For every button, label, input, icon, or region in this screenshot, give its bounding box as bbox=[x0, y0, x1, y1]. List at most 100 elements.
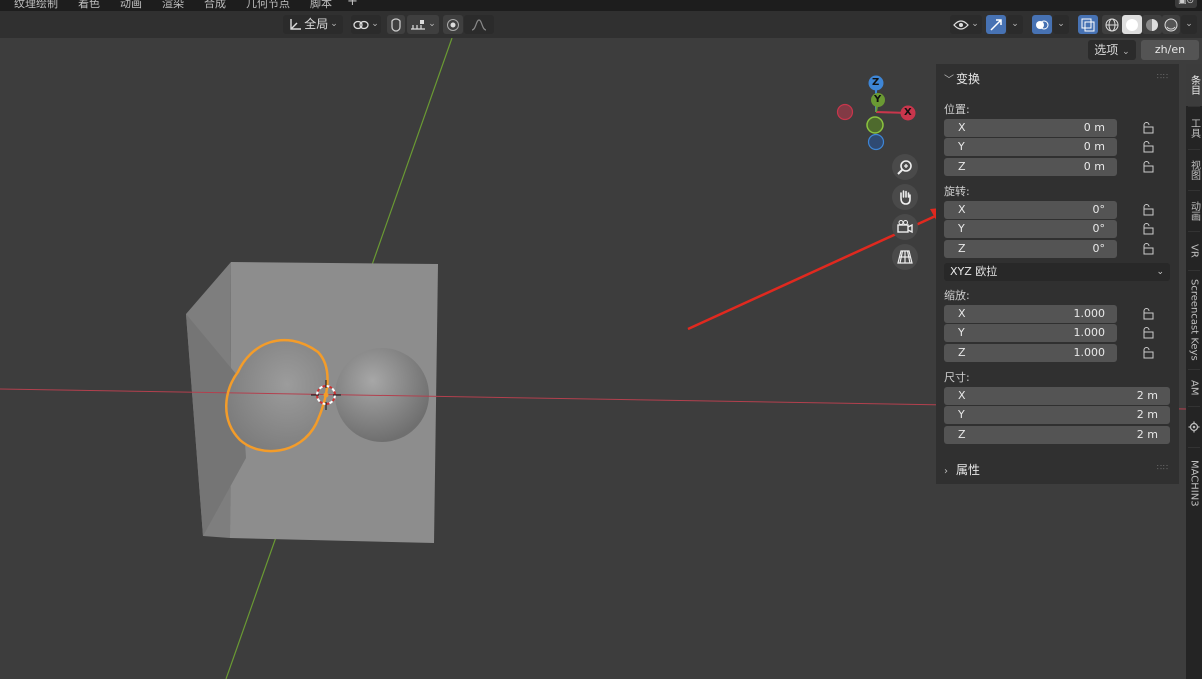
field-axis: X bbox=[958, 307, 966, 320]
dimensions-x-field[interactable]: X 2 m bbox=[944, 387, 1170, 405]
shading-rendered-button[interactable] bbox=[1162, 15, 1180, 34]
rotation-label: 旋转: bbox=[944, 185, 970, 198]
workspace-tab-scripting[interactable]: 脚本 bbox=[310, 0, 332, 11]
language-toggle-button[interactable]: zh/en bbox=[1141, 40, 1199, 60]
sidebar-tab-view[interactable]: 视图 bbox=[1186, 150, 1202, 190]
workspace-tab-compositing[interactable]: 合成 bbox=[204, 0, 226, 11]
field-axis: X bbox=[958, 121, 966, 134]
workspace-tab-rendering[interactable]: 渲染 bbox=[162, 0, 184, 11]
scale-x-field[interactable]: X 1.000 bbox=[944, 305, 1117, 323]
dimensions-y-field[interactable]: Y 2 m bbox=[944, 406, 1170, 424]
snap-toggle-button[interactable] bbox=[387, 15, 405, 34]
sidebar-tab-tool[interactable]: 工具 bbox=[1186, 107, 1202, 149]
camera-view-button[interactable] bbox=[892, 214, 918, 240]
scale-z-field[interactable]: Z 1.000 bbox=[944, 344, 1117, 362]
sidebar-tab-label: MACHIN3 bbox=[1188, 459, 1200, 507]
sidebar-tab-screencast-keys[interactable]: Screencast Keys bbox=[1186, 271, 1202, 369]
snap-increment-icon bbox=[411, 19, 426, 30]
drag-grip-icon[interactable]: ∷∷ bbox=[1157, 72, 1169, 81]
grid-perspective-icon bbox=[897, 250, 913, 264]
field-axis: Z bbox=[958, 346, 966, 359]
sidebar-tab-am[interactable]: AM bbox=[1186, 370, 1202, 406]
xray-toggle-button[interactable] bbox=[1078, 15, 1098, 34]
sidebar-tab-machin3[interactable]: MACHIN3 bbox=[1186, 448, 1202, 518]
material-sphere-icon bbox=[1146, 18, 1158, 31]
sidebar-tab-item[interactable]: 条目 bbox=[1186, 64, 1202, 106]
field-axis: Z bbox=[958, 428, 966, 441]
shading-material-button[interactable] bbox=[1142, 15, 1162, 34]
workspace-tab-bar: 纹理绘制 着色 动画 渲染 合成 几何节点 脚本 + ▣⊙ bbox=[0, 0, 1202, 11]
workspace-tab-animation[interactable]: 动画 bbox=[120, 0, 142, 11]
scene-selector-icon[interactable]: ▣⊙ bbox=[1175, 0, 1197, 8]
field-value: 0 m bbox=[1083, 140, 1105, 153]
shading-dropdown[interactable]: ⌄ bbox=[1181, 15, 1197, 34]
workspace-tab-geometry-nodes[interactable]: 几何节点 bbox=[246, 0, 290, 11]
link-icon bbox=[353, 20, 369, 29]
field-value: 1.000 bbox=[1073, 326, 1106, 339]
location-z-field[interactable]: Z 0 m bbox=[944, 158, 1117, 176]
zoom-button[interactable] bbox=[892, 154, 918, 180]
shading-solid-button[interactable] bbox=[1122, 15, 1142, 34]
field-axis: Z bbox=[958, 160, 966, 173]
drag-grip-icon[interactable]: ∷∷ bbox=[1157, 463, 1169, 472]
rotation-x-lock-icon[interactable] bbox=[1141, 204, 1155, 216]
location-y-field[interactable]: Y 0 m bbox=[944, 138, 1117, 156]
overlay-circles-icon bbox=[1036, 20, 1049, 29]
sidebar-tab-addon-gear[interactable] bbox=[1186, 407, 1202, 447]
rotation-z-field[interactable]: Z 0° bbox=[944, 240, 1117, 258]
rotation-z-lock-icon[interactable] bbox=[1141, 243, 1155, 255]
field-value: 1.000 bbox=[1073, 307, 1106, 320]
scale-y-field[interactable]: Y 1.000 bbox=[944, 324, 1117, 342]
chevron-down-icon: ﹀ bbox=[944, 75, 954, 86]
scale-x-lock-icon[interactable] bbox=[1141, 308, 1155, 320]
show-overlays-button[interactable] bbox=[1032, 15, 1052, 34]
sidebar-n-panel: ﹀ 变换 ∷∷ 位置: X 0 m Y 0 m Z 0 m 旋转: X 0° Y 0° Z 0… bbox=[936, 64, 1179, 484]
sidebar-tab-label: Screencast Keys bbox=[1188, 279, 1200, 361]
sidebar-tab-animation[interactable]: 动画 bbox=[1186, 191, 1202, 231]
rotation-y-field[interactable]: Y 0° bbox=[944, 220, 1117, 238]
chevron-down-icon: ⌄ bbox=[1156, 267, 1164, 277]
rotation-y-lock-icon[interactable] bbox=[1141, 223, 1155, 235]
scale-y-lock-icon[interactable] bbox=[1141, 327, 1155, 339]
workspace-tab-texture-paint[interactable]: 纹理绘制 bbox=[14, 0, 58, 11]
field-axis: Y bbox=[958, 326, 965, 339]
pan-button[interactable] bbox=[892, 184, 918, 210]
workspace-tab-shading[interactable]: 着色 bbox=[78, 0, 100, 11]
falloff-dropdown[interactable] bbox=[464, 15, 494, 34]
hand-icon bbox=[900, 190, 911, 205]
shading-wireframe-button[interactable] bbox=[1102, 15, 1122, 34]
show-gizmo-button[interactable] bbox=[986, 15, 1006, 34]
proportional-edit-button[interactable] bbox=[443, 15, 463, 34]
location-x-field[interactable]: X 0 m bbox=[944, 119, 1117, 137]
gizmo-z-label: Z bbox=[872, 77, 880, 88]
options-dropdown[interactable]: 选项 ⌄ bbox=[1088, 40, 1136, 60]
dimensions-label: 尺寸: bbox=[944, 371, 970, 384]
pivot-point-dropdown[interactable]: ⌄ bbox=[351, 15, 381, 34]
gizmo-y-label: Y bbox=[874, 94, 882, 105]
overlays-dropdown[interactable]: ⌄ bbox=[1053, 15, 1069, 34]
field-value: 0° bbox=[1092, 222, 1106, 235]
snap-target-dropdown[interactable]: ⌄ bbox=[407, 15, 439, 34]
add-workspace-button[interactable]: + bbox=[347, 0, 358, 9]
field-value: 2 m bbox=[1136, 389, 1158, 402]
location-y-lock-icon[interactable] bbox=[1141, 141, 1155, 153]
gizmo-dropdown[interactable]: ⌄ bbox=[1007, 15, 1023, 34]
location-x-lock-icon[interactable] bbox=[1141, 122, 1155, 134]
transform-orientation-dropdown[interactable]: 全局 ⌄ bbox=[283, 15, 343, 34]
rotation-mode-dropdown[interactable]: XYZ 欧拉 ⌄ bbox=[944, 263, 1170, 281]
chevron-right-icon: › bbox=[944, 466, 948, 477]
scale-z-lock-icon[interactable] bbox=[1141, 347, 1155, 359]
dimensions-z-field[interactable]: Z 2 m bbox=[944, 426, 1170, 444]
properties-panel-header[interactable]: › 属性 bbox=[944, 461, 980, 478]
field-value: 0° bbox=[1092, 203, 1106, 216]
visibility-dropdown[interactable]: ⌄ bbox=[950, 15, 982, 34]
location-z-lock-icon[interactable] bbox=[1141, 161, 1155, 173]
field-value: 2 m bbox=[1136, 428, 1158, 441]
chevron-down-icon: ⌄ bbox=[1185, 19, 1193, 29]
rotation-x-field[interactable]: X 0° bbox=[944, 201, 1117, 219]
sidebar-tab-label: VR bbox=[1188, 244, 1200, 258]
perspective-toggle-button[interactable] bbox=[892, 244, 918, 270]
magnet-icon bbox=[391, 17, 401, 32]
sidebar-tab-vr[interactable]: VR bbox=[1186, 232, 1202, 270]
transform-panel-header[interactable]: ﹀ 变换 bbox=[944, 70, 980, 87]
